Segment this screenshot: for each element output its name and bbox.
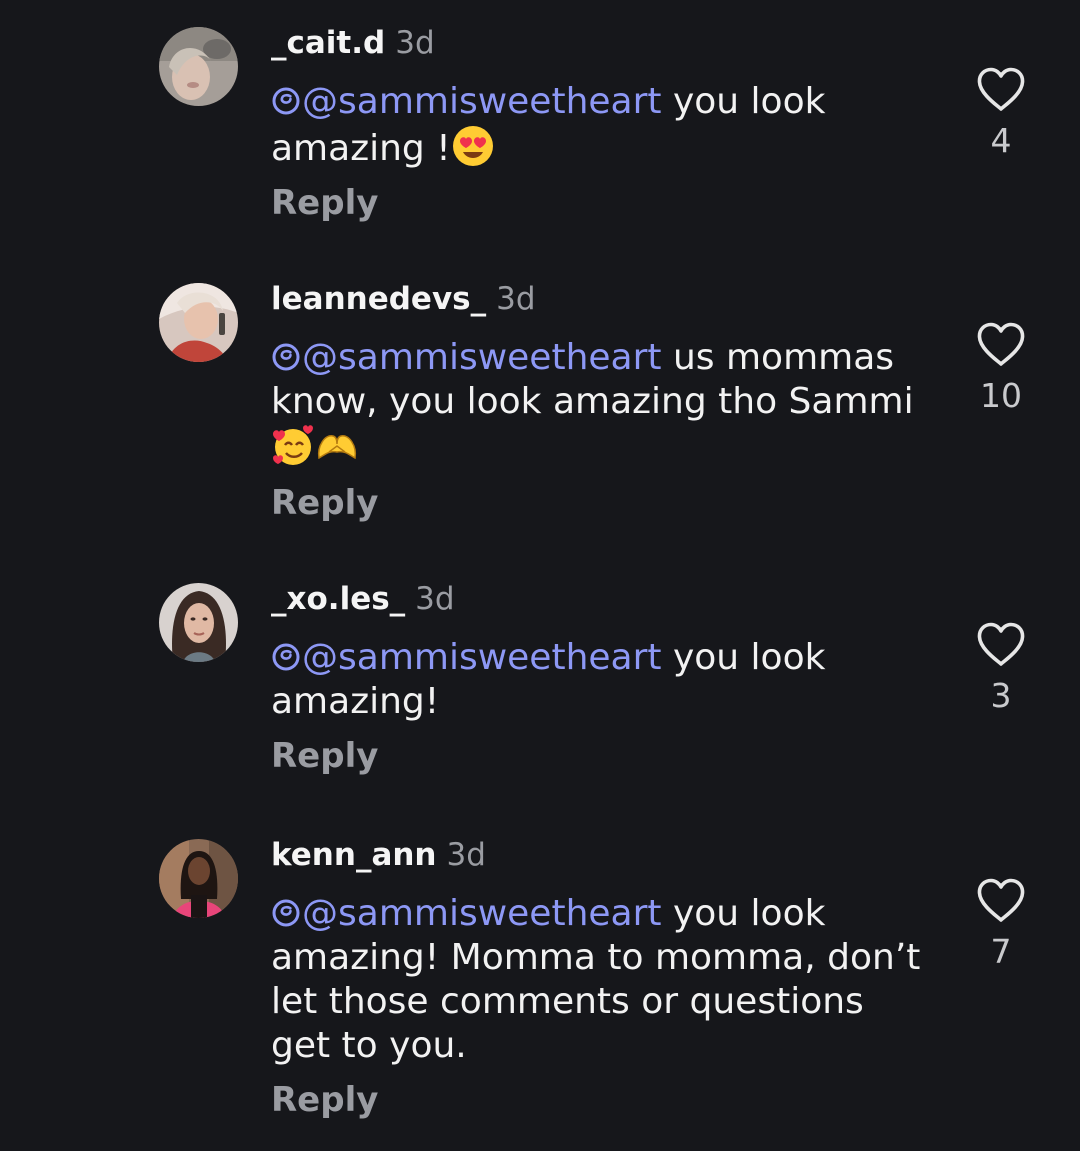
- reply-button[interactable]: Reply: [271, 181, 921, 225]
- avatar[interactable]: [159, 283, 238, 362]
- threads-icon: [271, 86, 301, 116]
- like-count: 10: [980, 376, 1022, 415]
- username[interactable]: leannedevs_: [271, 281, 486, 317]
- comment-text: @sammisweetheart us mommas know, you loo…: [271, 336, 921, 471]
- username[interactable]: _xo.les_: [271, 581, 405, 617]
- mention-link[interactable]: @sammisweetheart: [271, 637, 662, 678]
- reply-button[interactable]: Reply: [271, 734, 921, 778]
- heart-outline-icon[interactable]: [976, 878, 1026, 924]
- threads-icon: [271, 898, 301, 928]
- mention-link[interactable]: @sammisweetheart: [271, 893, 662, 934]
- comment-age: 3d: [496, 281, 536, 317]
- avatar[interactable]: [159, 27, 238, 106]
- mention-link[interactable]: @sammisweetheart: [271, 81, 662, 122]
- threads-icon: [271, 642, 301, 672]
- comment-text: @sammisweetheart you look amazing! Momma…: [271, 892, 921, 1068]
- heart-outline-icon[interactable]: [976, 67, 1026, 113]
- mention-handle[interactable]: @sammisweetheart: [302, 81, 662, 122]
- reply-button[interactable]: Reply: [271, 1078, 921, 1122]
- username[interactable]: _cait.d: [271, 25, 385, 61]
- heart-outline-icon[interactable]: [976, 622, 1026, 668]
- smiling-face-with-hearts-emoji: [273, 425, 313, 465]
- threads-icon: [271, 342, 301, 372]
- mention-handle[interactable]: @sammisweetheart: [302, 337, 662, 378]
- like-control: 7: [972, 878, 1030, 972]
- like-count: 3: [990, 676, 1012, 715]
- like-count: 7: [990, 932, 1012, 971]
- mention-link[interactable]: @sammisweetheart: [271, 337, 662, 378]
- comment-age: 3d: [415, 581, 455, 617]
- comment-age: 3d: [395, 25, 435, 61]
- mention-handle[interactable]: @sammisweetheart: [302, 893, 662, 934]
- username[interactable]: kenn_ann: [271, 837, 437, 873]
- heart-eyes-emoji: [452, 126, 493, 166]
- avatar[interactable]: [159, 583, 238, 662]
- mention-handle[interactable]: @sammisweetheart: [302, 637, 662, 678]
- heart-hands-emoji: [317, 435, 357, 460]
- like-control: 3: [972, 622, 1030, 716]
- like-control: 10: [972, 322, 1030, 416]
- comment-text: @sammisweetheart you look amazing!: [271, 636, 921, 724]
- comment-text: @sammisweetheart you look amazing !: [271, 80, 921, 171]
- like-control: 4: [972, 67, 1030, 161]
- heart-outline-icon[interactable]: [976, 322, 1026, 368]
- reply-button[interactable]: Reply: [271, 481, 921, 525]
- like-count: 4: [990, 121, 1012, 160]
- comment-age: 3d: [446, 837, 486, 873]
- avatar[interactable]: [159, 839, 238, 918]
